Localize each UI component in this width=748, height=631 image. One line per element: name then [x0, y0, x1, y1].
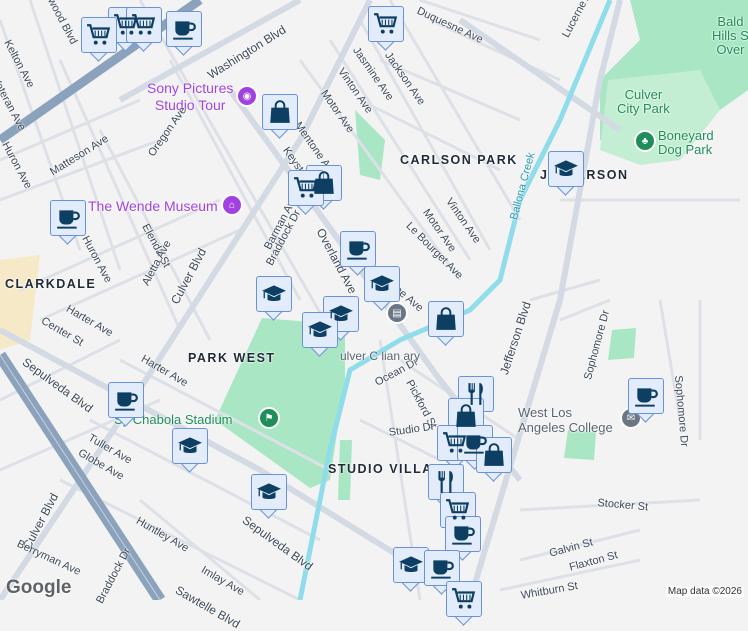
- shopping-bag-icon: [453, 403, 479, 429]
- marker-coffee[interactable]: [108, 382, 144, 427]
- graduation-cap-icon: [261, 281, 287, 307]
- marker-school[interactable]: [251, 474, 287, 519]
- marker-coffee[interactable]: [166, 11, 202, 56]
- graduation-cap-icon: [369, 271, 395, 297]
- college-field: [608, 328, 636, 360]
- neighborhood-park-west: PARK WEST: [188, 351, 276, 365]
- marker-shopping-bag[interactable]: [428, 301, 464, 346]
- poi-label: Angeles College: [518, 420, 613, 435]
- map-data-attribution[interactable]: Map data ©2026: [665, 586, 744, 597]
- shopping-bag-icon: [481, 442, 507, 468]
- stadium-icon[interactable]: ⚑: [258, 407, 280, 429]
- marker-shopping-cart[interactable]: [288, 170, 324, 215]
- shopping-cart-icon: [131, 12, 157, 38]
- poi-culver-city-park[interactable]: Culver City Park: [617, 88, 670, 116]
- shopping-cart-icon: [373, 11, 399, 37]
- shopping-cart-icon: [86, 22, 112, 48]
- coffee-cup-icon: [345, 236, 371, 262]
- marker-school[interactable]: [364, 266, 400, 311]
- neighborhood-carlson-park: CARLSON PARK: [400, 153, 518, 167]
- marker-shopping-cart[interactable]: [446, 581, 482, 626]
- poi-label: Studio Tour: [154, 97, 226, 113]
- marker-school[interactable]: [172, 428, 208, 473]
- poi-boneyard-dog-park[interactable]: Boneyard Dog Park: [658, 129, 714, 157]
- marker-shopping-cart[interactable]: [81, 17, 117, 62]
- poi-label: Bald: [717, 14, 744, 29]
- poi-west-la-college[interactable]: West Los Angeles College: [518, 405, 613, 435]
- graduation-cap-icon: [398, 552, 424, 578]
- shopping-cart-icon: [451, 586, 477, 612]
- graduation-cap-icon: [553, 156, 579, 182]
- marker-shopping-bag[interactable]: [476, 437, 512, 482]
- poi-wende-museum[interactable]: The Wende Museum: [88, 198, 218, 214]
- coffee-cup-icon: [429, 555, 455, 581]
- marker-school[interactable]: [548, 151, 584, 196]
- shopping-cart-icon: [293, 175, 319, 201]
- google-logo: Google: [6, 577, 72, 598]
- shopping-bag-icon: [433, 306, 459, 332]
- marker-shopping-bag[interactable]: [262, 94, 298, 139]
- poi-sony-pictures[interactable]: Sony Pictures Studio Tour: [147, 80, 233, 114]
- tree-icon[interactable]: ♣: [634, 130, 656, 152]
- coffee-cup-icon: [113, 387, 139, 413]
- marker-school[interactable]: [302, 312, 338, 357]
- coffee-cup-icon: [171, 16, 197, 42]
- marker-shopping-cart[interactable]: [126, 7, 162, 52]
- poi-label: Culver: [624, 87, 663, 102]
- shopping-bag-icon: [267, 99, 293, 125]
- museum-icon[interactable]: ⌂: [221, 194, 243, 216]
- coffee-cup-icon: [633, 383, 659, 409]
- poi-baldwin-hills[interactable]: Bald Hills S Over: [712, 15, 748, 57]
- restaurant-icon: [433, 469, 459, 495]
- poi-library[interactable]: ulver C lian ary: [340, 349, 420, 363]
- marker-coffee[interactable]: [628, 378, 664, 423]
- camera-icon[interactable]: ◉: [236, 85, 258, 107]
- poi-label: Over: [716, 42, 745, 57]
- poi-label: Hills S: [712, 28, 748, 43]
- graduation-cap-icon: [307, 317, 333, 343]
- graduation-cap-icon: [177, 433, 203, 459]
- marker-shopping-cart[interactable]: [368, 6, 404, 51]
- marker-school[interactable]: [256, 276, 292, 321]
- poi-label: Dog Park: [658, 142, 713, 157]
- coffee-cup-icon: [450, 521, 476, 547]
- poi-label: Sony Pictures: [147, 80, 234, 96]
- poi-label: City Park: [617, 101, 670, 116]
- marker-coffee[interactable]: [50, 200, 86, 245]
- shopping-cart-icon: [445, 497, 471, 523]
- graduation-cap-icon: [256, 479, 282, 505]
- poi-label: Boneyard: [658, 128, 714, 143]
- coffee-cup-icon: [55, 205, 81, 231]
- poi-label: West Los: [518, 405, 572, 420]
- neighborhood-clarkdale: CLARKDALE: [5, 277, 97, 291]
